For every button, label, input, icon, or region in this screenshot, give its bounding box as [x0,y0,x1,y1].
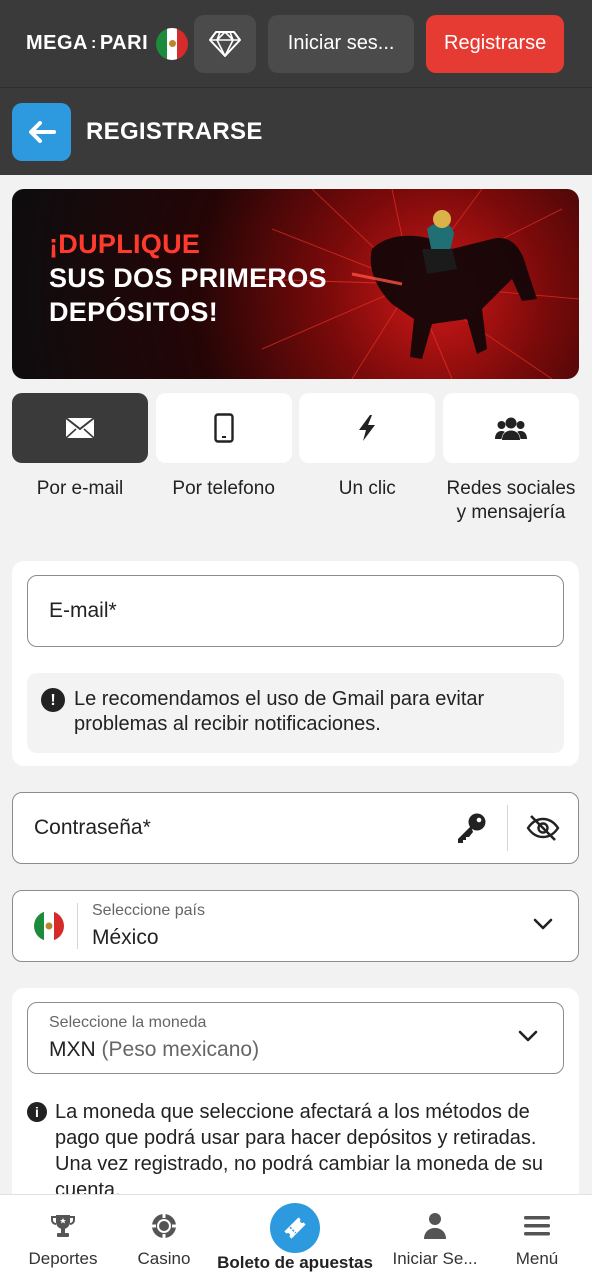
bet-slip-bubble[interactable] [270,1203,320,1253]
logo-separator: : [91,34,97,52]
casino-chip-icon [152,1214,176,1238]
tab-phone[interactable]: Por telefono [155,393,292,525]
tab-email[interactable]: Por e-mail [12,393,148,525]
lightning-icon [359,415,376,441]
password-placeholder: Contraseña* [34,816,151,839]
ticket-icon [284,1217,306,1239]
mexico-flag-icon [34,911,64,941]
eye-slash-icon[interactable] [526,813,560,843]
phone-icon [213,413,234,443]
currency-note-text: La moneda que seleccione afectará a los … [55,1101,544,1201]
gmail-hint-text: Le recomendamos el uso de Gmail para evi… [74,688,485,735]
trophy-icon [51,1215,75,1237]
nav-casino[interactable]: Casino [126,1195,202,1280]
arrow-left-icon [28,120,56,143]
bottom-navigation: Deportes Casino Boleto de apuestas Inici… [0,1194,592,1280]
country-value: México [92,926,159,949]
nav-bet-slip-label: Boleto de apuestas [217,1253,373,1272]
password-field[interactable]: Contraseña* [12,792,579,864]
envelope-icon [65,417,95,439]
exclamation-icon: ! [41,688,65,712]
currency-select[interactable]: Seleccione la moneda MXN (Peso mexicano) [27,1002,564,1074]
tab-social[interactable]: Redes sociales y mensajería [442,393,579,525]
logo-text-pari: PARI [99,32,149,54]
country-select[interactable]: Seleccione país México [12,890,579,962]
mexico-flag-icon [156,27,189,60]
menu-icon [524,1216,550,1236]
promo-text: ¡DUPLIQUE SUS DOS PRIMEROS DEPÓSITOS! [49,227,327,329]
password-divider [507,805,508,851]
tab-phone-label: Por telefono [172,478,275,499]
diamond-icon [209,30,242,57]
tab-social-label: Redes sociales y mensajería [446,478,576,523]
nav-menu-label: Menú [515,1249,559,1268]
currency-card: Seleccione la moneda MXN (Peso mexicano)… [12,988,579,1228]
login-button[interactable]: Iniciar ses... [268,14,415,73]
tab-email-label: Por e-mail [36,478,124,499]
gmail-hint: ! Le recomendamos el uso de Gmail para e… [27,673,564,753]
nav-login[interactable]: Iniciar Se... [388,1195,482,1280]
currency-code: MXN [49,1038,96,1061]
users-icon [494,417,527,440]
promo-line-1: ¡DUPLIQUE [49,229,201,259]
currency-note: i La moneda que seleccione afectará a lo… [27,1099,557,1203]
email-field[interactable]: E-mail* [27,575,564,647]
nav-casino-label: Casino [137,1249,191,1268]
promo-banner[interactable]: ¡DUPLIQUE SUS DOS PRIMEROS DEPÓSITOS! [12,189,579,379]
nav-sports-label: Deportes [28,1249,98,1268]
page-title: REGISTRARSE [86,117,263,145]
tab-phone-box[interactable] [155,393,292,463]
tab-one-click[interactable]: Un clic [299,393,436,525]
country-label: Seleccione país [92,902,205,919]
email-placeholder: E-mail* [49,599,117,622]
currency-name: (Peso mexicano) [101,1038,260,1061]
chevron-down-icon [533,918,553,930]
top-bar: MEGA : PARI Iniciar ses... Registrarse [0,0,592,87]
megapari-logo[interactable]: MEGA : PARI [26,27,189,60]
tab-social-box[interactable] [442,393,579,463]
country-divider [77,903,78,949]
nav-sports[interactable]: Deportes [0,1195,126,1280]
info-icon: i [27,1102,47,1122]
email-card: E-mail* ! Le recomendamos el uso de Gmai… [12,561,579,766]
currency-label: Seleccione la moneda [49,1014,207,1031]
nav-login-label: Iniciar Se... [392,1249,478,1268]
tab-one-click-box[interactable] [299,393,436,463]
user-icon [424,1213,446,1239]
back-button[interactable] [12,102,71,161]
key-icon[interactable] [454,811,488,845]
registration-method-tabs: Por e-mail Por telefono Un clic Redes so… [12,393,579,525]
chevron-down-icon [518,1030,538,1042]
tab-email-box[interactable] [12,393,148,463]
register-button[interactable]: Registrarse [426,14,565,73]
vip-diamond-button[interactable] [194,14,257,73]
promo-line-3: DEPÓSITOS! [49,297,219,327]
nav-menu[interactable]: Menú [482,1195,592,1280]
currency-value: MXN (Peso mexicano) [49,1038,259,1062]
logo-text-mega: MEGA [26,32,88,54]
tab-one-click-label: Un clic [338,478,396,499]
page-header: REGISTRARSE [0,87,592,175]
promo-line-2: SUS DOS PRIMEROS [49,263,327,293]
nav-bet-slip[interactable]: Boleto de apuestas [202,1195,388,1280]
